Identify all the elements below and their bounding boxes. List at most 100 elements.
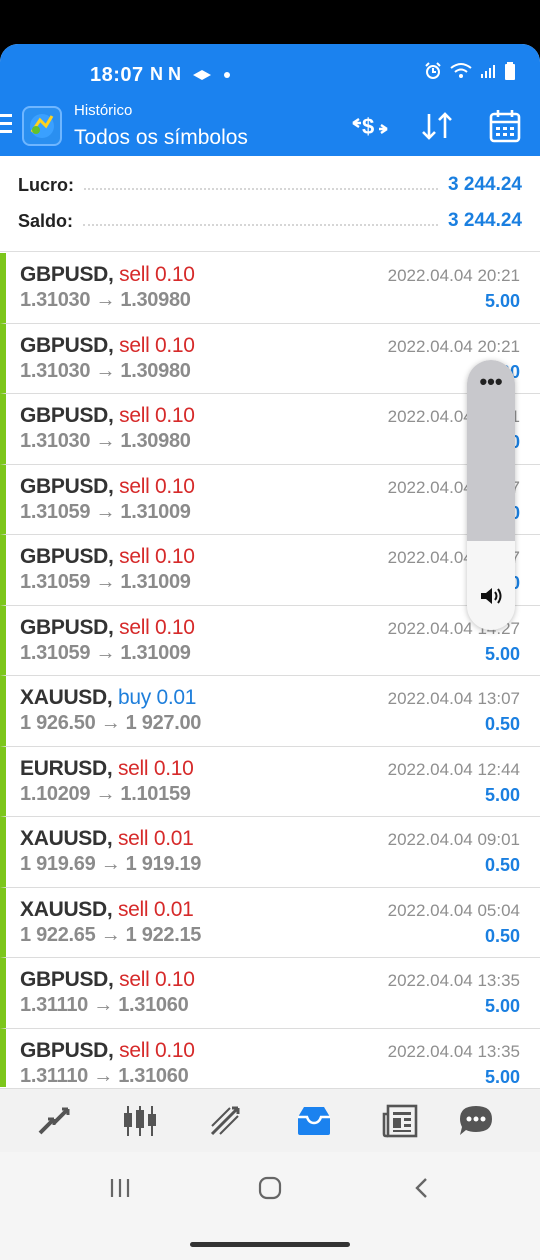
home-button[interactable] <box>250 1168 290 1208</box>
alarm-icon <box>425 62 441 79</box>
chat-icon <box>460 1106 492 1135</box>
trade-row[interactable]: GBPUSD, sell 0.10 1.31030 → 1.30980 2022.0… <box>0 323 540 394</box>
trade-row[interactable]: GBPUSD, sell 0.10 1.31059 → 1.31009 2022.0… <box>0 605 540 676</box>
symbol-name: GBPUSD, <box>20 1038 114 1062</box>
trade-prices: 1 926.50 → 1 927.00 <box>20 712 202 734</box>
trade-profit: 0.50 <box>484 925 520 946</box>
trade-time: 2022.04.04 20:21 <box>387 336 520 356</box>
page-title[interactable]: Todos os símbolos <box>74 126 248 150</box>
app-screen: 18:07 N N Histórico Todos os símbolos $ <box>0 44 540 1260</box>
trade-side: buy 0.01 <box>117 686 197 709</box>
trade-profit: 5.00 <box>484 996 520 1016</box>
trade-profit: 0.50 <box>484 855 520 875</box>
trade-prices: 1 919.69 → 1 919.19 <box>20 853 202 875</box>
deposit-withdraw-button[interactable]: $ <box>350 108 390 144</box>
trade-prices: 1.31030 → 1.30980 <box>20 359 191 382</box>
trade-symbol: XAUUSD, buy 0.01 <box>20 686 196 710</box>
trade-row[interactable]: GBPUSD, sell 0.10 1.31059 → 1.31009 2022.0… <box>0 464 540 535</box>
trade-row[interactable]: GBPUSD, sell 0.10 1.31030 → 1.30980 2022.0… <box>0 253 540 324</box>
trade-row[interactable]: XAUUSD, sell 0.01 1 922.65 → 1 922.15 2022… <box>0 887 540 958</box>
trade-row[interactable]: GBPUSD, sell 0.10 1.31030 → 1.30980 2022.0… <box>0 394 540 465</box>
sort-icon <box>422 112 452 140</box>
dotted-leader <box>83 216 439 226</box>
symbol-name: GBPUSD, <box>20 333 114 357</box>
trade-row[interactable]: XAUUSD, sell 0.01 1 919.69 → 1 919.19 2022… <box>0 817 540 888</box>
nav-chat[interactable] <box>454 1099 498 1143</box>
sort-button[interactable] <box>418 108 456 144</box>
trade-time: 2022.04.04 13:35 <box>387 971 520 990</box>
notification-icon <box>193 70 212 81</box>
profit-label: Lucro: <box>18 174 74 195</box>
trade-symbol: GBPUSD, sell 0.10 <box>20 968 195 992</box>
more-icon[interactable]: ••• <box>467 371 515 393</box>
signal-icon <box>481 65 495 78</box>
symbol-name: XAUUSD, <box>20 686 113 709</box>
trade-time: 2022.04.04 20:21 <box>387 266 520 285</box>
profit-row: Lucro: 3 244.24 <box>18 170 522 200</box>
trade-profit: 5.00 <box>484 643 520 664</box>
recent-apps-button[interactable] <box>100 1168 140 1208</box>
nav-chart[interactable] <box>118 1099 162 1143</box>
trade-row[interactable]: GBPUSD, sell 0.10 1.31059 → 1.31009 2022.0… <box>0 535 540 606</box>
history-icon <box>298 1107 330 1135</box>
trade-symbol: EURUSD, sell 0.10 <box>20 757 194 781</box>
speaker-icon[interactable] <box>479 585 505 612</box>
trade-row[interactable]: GBPUSD, sell 0.10 1.31110 → 1.31060 2022.0… <box>0 1028 540 1087</box>
trade-prices: 1.31059 → 1.31009 <box>20 500 191 523</box>
notification-icons: N N <box>150 64 231 85</box>
trade-symbol: GBPUSD, sell 0.10 <box>20 404 195 428</box>
trade-row[interactable]: GBPUSD, sell 0.10 1.31110 → 1.31060 2022.0… <box>0 958 540 1029</box>
bottom-navigation <box>0 1088 540 1152</box>
recent-apps-icon <box>110 1179 130 1197</box>
trade-prices: 1.31030 → 1.30980 <box>20 430 191 452</box>
nav-news[interactable] <box>378 1099 422 1143</box>
home-icon <box>258 1176 282 1200</box>
trade-side: sell 0.10 <box>119 474 195 498</box>
trade-symbol: GBPUSD, sell 0.10 <box>20 334 195 358</box>
dot-icon <box>224 72 231 79</box>
nav-quotes[interactable] <box>32 1099 76 1143</box>
symbol-name: GBPUSD, <box>20 615 114 639</box>
trade-side: sell 0.10 <box>119 968 195 991</box>
trade-history-list[interactable]: GBPUSD, sell 0.10 1.31030 → 1.30980 2022.0… <box>0 253 540 1087</box>
volume-panel[interactable]: ••• <box>467 360 515 630</box>
balance-row: Saldo: 3 244.24 <box>18 206 522 236</box>
trade-side: sell 0.10 <box>119 333 195 357</box>
trade-side: sell 0.01 <box>117 897 194 921</box>
symbol-name: GBPUSD, <box>20 263 114 286</box>
gesture-handle[interactable] <box>190 1242 350 1247</box>
trade-time: 2022.04.04 05:04 <box>387 900 520 920</box>
status-time: 18:07 <box>90 64 144 86</box>
trade-profit: 5.00 <box>484 291 520 311</box>
back-button[interactable] <box>402 1168 442 1208</box>
dotted-leader <box>84 180 439 190</box>
deposit-withdraw-icon: $ <box>352 114 388 139</box>
trade-profit: 5.00 <box>484 1066 520 1087</box>
symbol-name: XAUUSD, <box>20 897 113 921</box>
trade-side: sell 0.10 <box>119 263 195 286</box>
trade-side: sell 0.01 <box>117 827 194 850</box>
trade-prices: 1 922.65 → 1 922.15 <box>20 923 202 946</box>
trade-symbol: GBPUSD, sell 0.10 <box>20 263 195 287</box>
app-logo <box>22 106 62 146</box>
quotes-icon <box>38 1107 70 1135</box>
chart-icon <box>124 1106 156 1136</box>
balance-value: 3 244.24 <box>448 210 522 231</box>
trade-symbol: XAUUSD, sell 0.01 <box>20 827 194 851</box>
trade-time: 2022.04.04 12:44 <box>387 759 520 779</box>
trade-symbol: GBPUSD, sell 0.10 <box>20 616 195 640</box>
menu-icon[interactable] <box>0 114 14 138</box>
trade-icon <box>210 1106 240 1136</box>
trade-symbol: XAUUSD, sell 0.01 <box>20 898 194 922</box>
status-bar: 18:07 N N <box>0 62 540 90</box>
trade-prices: 1.31059 → 1.31009 <box>20 571 191 593</box>
calendar-button[interactable] <box>486 108 524 144</box>
trade-row[interactable]: XAUUSD, buy 0.01 1 926.50 → 1 927.00 2022.… <box>0 676 540 747</box>
trade-row[interactable]: EURUSD, sell 0.10 1.10209 → 1.10159 2022.0… <box>0 746 540 817</box>
system-status-icons <box>424 62 516 80</box>
nav-history[interactable] <box>292 1099 336 1143</box>
trade-time: 2022.04.04 09:01 <box>387 830 520 849</box>
symbol-name: GBPUSD, <box>20 968 114 991</box>
nav-trade[interactable] <box>204 1099 248 1143</box>
trade-side: sell 0.10 <box>119 404 195 427</box>
